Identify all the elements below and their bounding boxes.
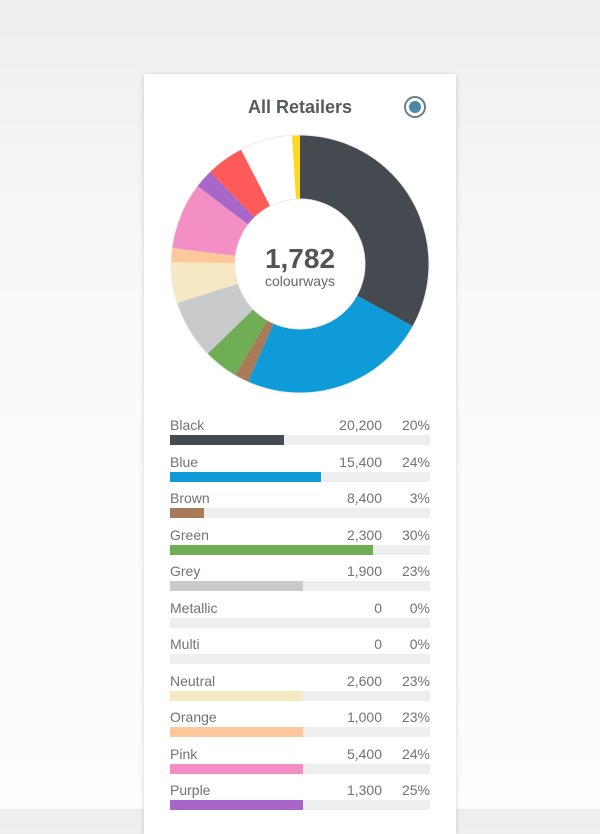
legend-value: 0 (374, 636, 382, 652)
legend-row-metallic[interactable]: Metallic 0 0% (170, 597, 430, 634)
legend-label: Black (170, 417, 205, 433)
legend-value: 2,600 (346, 672, 382, 689)
legend-percent: 23% (401, 709, 430, 725)
legend-row-neutral[interactable]: Neutral 2,600 23% (170, 670, 430, 707)
legend-row-pink[interactable]: Pink 5,400 24% (170, 743, 430, 780)
legend-bar-fill (170, 435, 285, 445)
legend-row-grey[interactable]: Grey 1,900 23% (170, 560, 430, 597)
legend-value: 1,300 (346, 782, 382, 798)
legend-label: Orange (170, 709, 217, 725)
legend-label: Metallic (170, 599, 218, 616)
retailer-card: All Retailers 1,782 colourways Black 20,2… (144, 74, 456, 834)
legend-percent: 24% (401, 453, 430, 470)
legend-row-multi[interactable]: Multi 0 0% (170, 633, 430, 670)
radio-toggle-icon[interactable] (404, 96, 426, 118)
legend-bar-fill (170, 763, 303, 774)
legend-percent: 24% (401, 745, 430, 762)
legend-label: Neutral (170, 672, 216, 689)
legend-value: 15,400 (339, 453, 382, 470)
donut-chart (170, 134, 430, 394)
legend-bar-track (170, 617, 430, 628)
legend-bar-track (170, 471, 430, 482)
legend-bar-fill (170, 727, 303, 737)
legend-value: 1,900 (346, 563, 382, 579)
legend-value: 20,200 (339, 417, 382, 433)
legend-percent: 0% (409, 599, 430, 616)
legend-row-orange[interactable]: Orange 1,000 23% (170, 706, 430, 743)
legend-label: Green (170, 526, 209, 543)
legend-label: Brown (170, 490, 210, 506)
donut-hole (234, 198, 366, 330)
legend-bar-fill (170, 690, 303, 701)
legend-label: Grey (170, 563, 201, 579)
legend-bar-track (170, 581, 430, 591)
legend-row-blue[interactable]: Blue 15,400 24% (170, 451, 430, 488)
legend-bar-fill (170, 581, 303, 591)
legend-label: Multi (170, 636, 200, 652)
legend-label: Pink (170, 745, 198, 762)
legend-bar-fill (170, 544, 373, 555)
legend-bar-track (170, 727, 430, 737)
legend-bar-track (170, 508, 430, 518)
legend-row-brown[interactable]: Brown 8,400 3% (170, 487, 430, 524)
legend-row-black[interactable]: Black 20,200 20% (170, 414, 430, 451)
legend-row-green[interactable]: Green 2,300 30% (170, 524, 430, 561)
radio-toggle-dot (409, 101, 421, 113)
legend-percent: 23% (401, 563, 430, 579)
legend-bar-track (170, 763, 430, 774)
legend-label: Purple (170, 782, 211, 798)
legend-percent: 0% (409, 636, 430, 652)
legend-value: 8,400 (346, 490, 382, 506)
legend-row-purple[interactable]: Purple 1,300 25% (170, 779, 430, 816)
legend-bar-track (170, 435, 430, 445)
legend-percent: 3% (409, 490, 430, 506)
legend-label: Blue (170, 453, 199, 470)
legend-bar-track (170, 544, 430, 555)
legend-percent: 23% (401, 672, 430, 689)
legend-value: 1,000 (346, 709, 382, 725)
legend-percent: 20% (401, 417, 430, 433)
legend-value: 0 (374, 599, 382, 616)
legend-bar-fill (170, 471, 321, 482)
colour-legend: Black 20,200 20% Blue 15,400 24% Brown 8,400 3% G… (170, 414, 430, 816)
legend-bar-fill (170, 508, 204, 518)
legend-bar-track (170, 690, 430, 701)
legend-percent: 25% (401, 782, 430, 798)
legend-value: 5,400 (346, 745, 382, 762)
legend-percent: 30% (401, 526, 430, 543)
legend-value: 2,300 (346, 526, 382, 543)
legend-bar-track (170, 654, 430, 664)
